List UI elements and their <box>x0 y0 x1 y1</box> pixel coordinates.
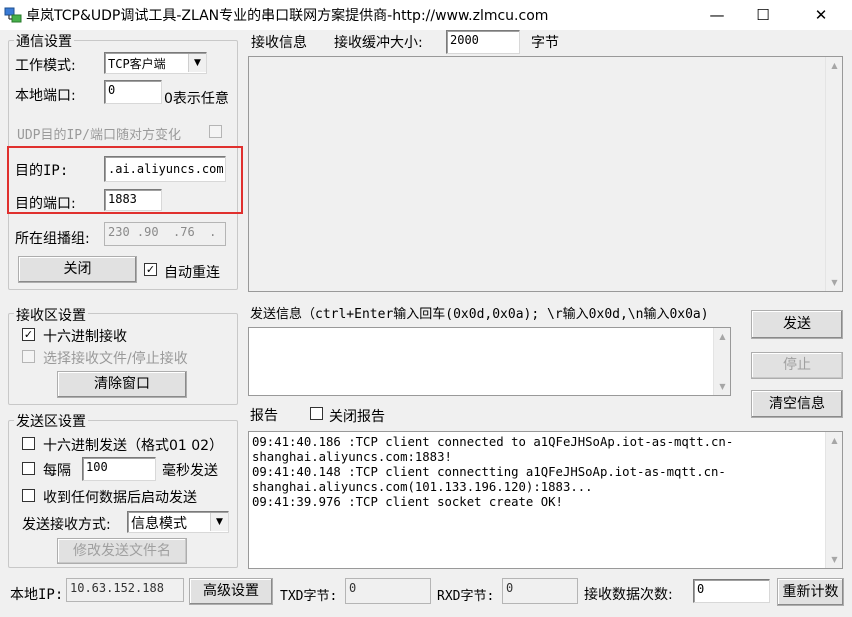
send-method-value: 信息模式 <box>131 516 187 532</box>
close-connection-button[interactable]: 关闭 <box>18 256 137 283</box>
interval-input[interactable]: 100 <box>82 457 156 481</box>
scroll-up-icon[interactable]: ▲ <box>714 328 731 345</box>
recv-settings-legend: 接收区设置 <box>14 305 88 325</box>
stop-button[interactable]: 停止 <box>751 352 843 379</box>
close-window-button[interactable]: ✕ <box>798 0 844 30</box>
report-line: shanghai.aliyuncs.com:1883! <box>252 450 452 464</box>
scroll-up-icon[interactable]: ▲ <box>826 432 843 449</box>
work-mode-label: 工作模式: <box>15 58 76 74</box>
recv-count-field[interactable]: 0 <box>693 579 770 603</box>
buffer-size-input[interactable]: 2000 <box>446 30 520 54</box>
work-mode-select[interactable]: TCP客户端 ▼ <box>104 52 207 74</box>
report-scrollbar[interactable]: ▲ ▼ <box>825 432 842 568</box>
local-ip-label: 本地IP: <box>10 587 64 603</box>
hex-send-label: 十六进制发送（格式01 02） <box>43 438 224 454</box>
dest-ip-label: 目的IP: <box>15 163 69 179</box>
scroll-down-icon[interactable]: ▼ <box>714 378 731 395</box>
close-report-label: 关闭报告 <box>329 409 385 425</box>
auto-reconnect-checkbox[interactable]: ✓ <box>144 263 157 276</box>
save-file-checkbox[interactable] <box>22 350 35 363</box>
maximize-button[interactable]: ☐ <box>740 0 786 30</box>
buffer-size-label: 接收缓冲大小: <box>334 35 423 51</box>
report-log: 09:41:40.186 :TCP client connected to a1… <box>252 435 733 510</box>
close-report-checkbox[interactable] <box>310 407 323 420</box>
scroll-down-icon[interactable]: ▼ <box>826 274 843 291</box>
send-info-textarea[interactable]: ▲ ▼ <box>248 327 731 396</box>
advanced-settings-button[interactable]: 高级设置 <box>189 578 273 605</box>
report-label: 报告 <box>250 408 278 424</box>
send-button[interactable]: 发送 <box>751 310 843 339</box>
recv-info-label: 接收信息 <box>251 35 307 51</box>
send-on-recv-checkbox[interactable] <box>22 489 35 502</box>
ms-send-label: 毫秒发送 <box>162 463 218 479</box>
send-on-recv-label: 收到任何数据后启动发送 <box>43 490 197 506</box>
work-mode-value: TCP客户端 <box>108 57 166 71</box>
buffer-unit-label: 字节 <box>531 35 559 51</box>
udp-follow-label: UDP目的IP/端口随对方变化 <box>17 128 181 143</box>
multicast-group-label: 所在组播组: <box>15 231 90 247</box>
send-info-label: 发送信息（ctrl+Enter输入回车(0x0d,0x0a); \r输入0x0d… <box>250 307 709 322</box>
recv-info-textarea[interactable]: ▲ ▼ <box>248 56 843 292</box>
minimize-button[interactable]: — <box>694 0 740 30</box>
chevron-down-icon[interactable]: ▼ <box>210 513 228 531</box>
report-textarea[interactable]: 09:41:40.186 :TCP client connected to a1… <box>248 431 843 569</box>
auto-send-interval-checkbox[interactable] <box>22 462 35 475</box>
send-method-label: 发送接收方式: <box>22 517 111 533</box>
local-ip-field: 10.63.152.188 <box>66 578 184 602</box>
scroll-up-icon[interactable]: ▲ <box>826 57 843 74</box>
rxd-field: 0 <box>502 578 578 604</box>
hex-recv-checkbox[interactable]: ✓ <box>22 328 35 341</box>
save-file-label: 选择接收文件/停止接收 <box>43 351 188 367</box>
local-port-label: 本地端口: <box>15 88 76 104</box>
send-method-select[interactable]: 信息模式 ▼ <box>127 511 229 533</box>
window-title: 卓岚TCP&UDP调试工具-ZLAN专业的串口联网方案提供商-http://ww… <box>26 8 549 24</box>
every-label: 每隔 <box>43 463 71 479</box>
scroll-down-icon[interactable]: ▼ <box>826 551 843 568</box>
dest-port-input[interactable]: 1883 <box>104 189 162 211</box>
report-line: 09:41:40.148 :TCP client connectting a1Q… <box>252 465 726 479</box>
recv-count-label: 接收数据次数: <box>584 587 673 603</box>
hex-recv-label: 十六进制接收 <box>43 329 127 345</box>
report-line: 09:41:40.186 :TCP client connected to a1… <box>252 435 734 449</box>
clear-window-button[interactable]: 清除窗口 <box>57 371 187 398</box>
report-line: shanghai.aliyuncs.com(101.133.196.120):1… <box>252 480 593 494</box>
hex-send-checkbox[interactable] <box>22 437 35 450</box>
modify-send-file-button[interactable]: 修改发送文件名 <box>57 538 187 564</box>
local-port-hint: 0表示任意 <box>164 91 229 107</box>
recv-scrollbar[interactable]: ▲ ▼ <box>825 57 842 291</box>
dest-ip-input[interactable]: .ai.aliyuncs.com <box>104 156 226 182</box>
txd-field: 0 <box>345 578 431 604</box>
send-settings-legend: 发送区设置 <box>14 411 88 431</box>
udp-follow-checkbox[interactable] <box>209 125 222 138</box>
rxd-label: RXD字节: <box>437 589 495 604</box>
chevron-down-icon[interactable]: ▼ <box>188 54 206 72</box>
app-network-icon <box>4 7 22 23</box>
recount-button[interactable]: 重新计数 <box>777 578 844 606</box>
dest-port-label: 目的端口: <box>15 196 76 212</box>
multicast-group-input[interactable]: 230 .90 .76 . 1 <box>104 222 226 246</box>
local-port-input[interactable]: 0 <box>104 80 162 104</box>
report-line: 09:41:39.976 :TCP client socket create O… <box>252 495 563 509</box>
send-scrollbar[interactable]: ▲ ▼ <box>713 328 730 395</box>
clear-info-button[interactable]: 清空信息 <box>751 390 843 418</box>
txd-label: TXD字节: <box>280 589 338 604</box>
auto-reconnect-label: 自动重连 <box>164 265 220 281</box>
title-bar: 卓岚TCP&UDP调试工具-ZLAN专业的串口联网方案提供商-http://ww… <box>0 0 852 30</box>
comm-settings-legend: 通信设置 <box>14 31 74 51</box>
